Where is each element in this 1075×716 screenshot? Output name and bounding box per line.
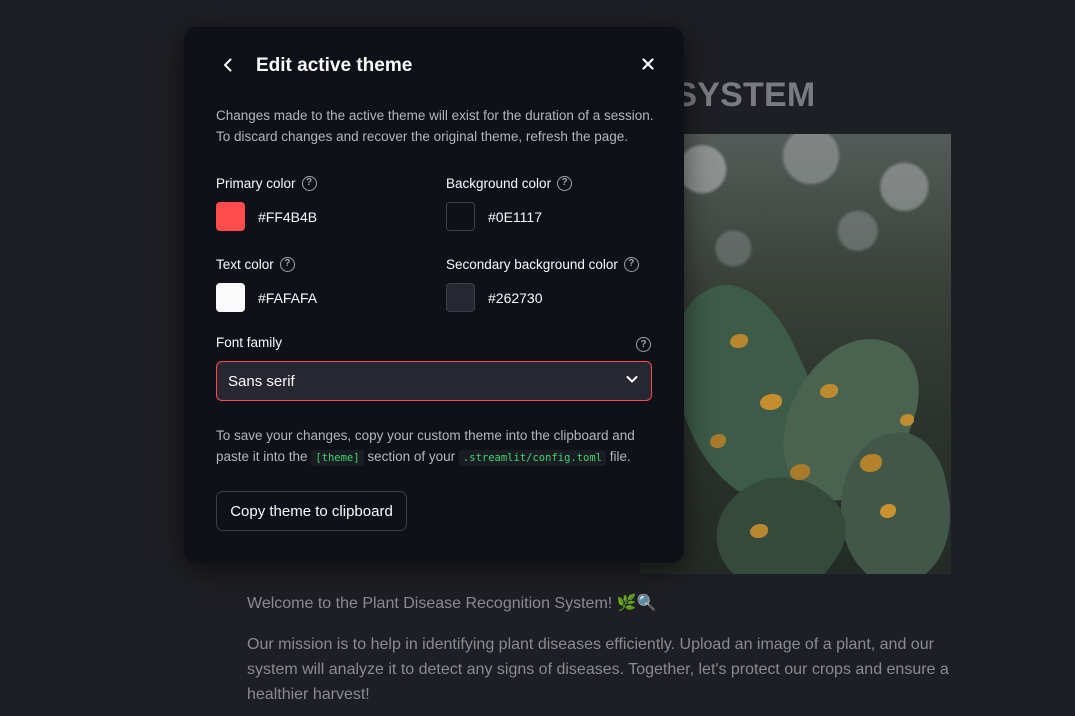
background-color-field: Background color ? #0E1117 bbox=[446, 173, 661, 231]
help-icon[interactable]: ? bbox=[636, 337, 651, 352]
primary-color-field: Primary color ? #FF4B4B bbox=[216, 173, 431, 231]
dialog-description: Changes made to the active theme will ex… bbox=[216, 105, 656, 147]
font-family-label: Font family bbox=[216, 335, 283, 350]
help-icon[interactable]: ? bbox=[301, 175, 317, 191]
close-icon bbox=[641, 57, 655, 76]
help-icon[interactable]: ? bbox=[557, 175, 573, 191]
save-text-middle: section of your bbox=[367, 449, 456, 464]
text-color-value: #FAFAFA bbox=[258, 289, 318, 306]
background-color-swatch[interactable] bbox=[446, 202, 475, 231]
description-line: To discard changes and recover the origi… bbox=[216, 129, 628, 144]
primary-color-label: Primary color bbox=[216, 175, 296, 191]
close-button[interactable] bbox=[636, 54, 660, 78]
save-instructions-line: To save your changes, copy your custom t… bbox=[216, 428, 635, 443]
copy-theme-button[interactable]: Copy theme to clipboard bbox=[216, 491, 407, 531]
primary-color-value: #FF4B4B bbox=[258, 208, 318, 225]
help-icon[interactable]: ? bbox=[623, 256, 639, 272]
chevron-left-icon bbox=[220, 57, 236, 78]
chevron-down-icon bbox=[625, 372, 639, 391]
secondary-background-color-value: #262730 bbox=[488, 289, 543, 306]
dialog-title: Edit active theme bbox=[256, 55, 413, 76]
save-text-prefix: paste it into the bbox=[216, 449, 308, 464]
text-color-field: Text color ? #FAFAFA bbox=[216, 254, 431, 312]
save-text-suffix: file. bbox=[609, 449, 631, 464]
theme-section-code: [theme] bbox=[311, 450, 364, 466]
text-color-swatch[interactable] bbox=[216, 283, 245, 312]
config-file-code: .streamlit/config.toml bbox=[458, 450, 606, 466]
background-color-label: Background color bbox=[446, 175, 552, 191]
secondary-background-color-field: Secondary background color ? #262730 bbox=[446, 254, 661, 312]
back-button[interactable] bbox=[214, 53, 242, 81]
secondary-background-color-swatch[interactable] bbox=[446, 283, 475, 312]
edit-theme-dialog: Edit active theme Changes made to the ac… bbox=[184, 27, 684, 563]
text-color-label: Text color bbox=[216, 256, 274, 272]
font-family-select[interactable]: Sans serif bbox=[216, 361, 652, 401]
help-icon[interactable]: ? bbox=[279, 256, 295, 272]
secondary-background-color-label: Secondary background color bbox=[446, 256, 618, 272]
welcome-text: Welcome to the Plant Disease Recognition… bbox=[247, 595, 657, 612]
description-line: Changes made to the active theme will ex… bbox=[216, 108, 654, 123]
save-instructions-line: paste it into the [theme] section of you… bbox=[216, 446, 656, 469]
mission-text: Our mission is to help in identifying pl… bbox=[247, 636, 949, 703]
plant-image bbox=[640, 134, 951, 574]
font-family-value: Sans serif bbox=[228, 372, 295, 390]
save-instructions: To save your changes, copy your custom t… bbox=[216, 425, 656, 469]
background-color-value: #0E1117 bbox=[488, 208, 542, 225]
primary-color-swatch[interactable] bbox=[216, 202, 245, 231]
